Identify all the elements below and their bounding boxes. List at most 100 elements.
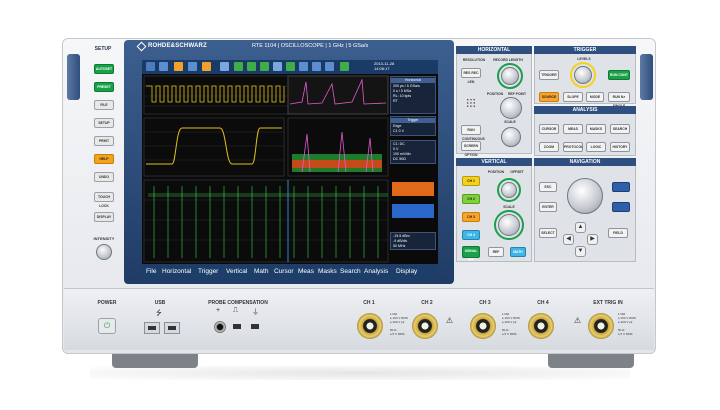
horizontal-info-box[interactable]: Horizontal 200 ps / 5 GSa/s 0 s / 5 MSa … <box>390 76 436 114</box>
autoset-icon[interactable] <box>174 62 183 71</box>
menu-meas[interactable]: Meas <box>298 268 314 275</box>
esc-button[interactable]: ESC <box>539 182 557 192</box>
touch-screen[interactable]: 2013-11-28 14:06:17 Horizontal 200 ps / … <box>142 60 438 280</box>
probe-comp-jack[interactable] <box>214 321 226 333</box>
setup-title: SETUP <box>94 46 112 52</box>
zoom-area-icon[interactable] <box>247 62 256 71</box>
horizontal-position-knob[interactable] <box>500 97 522 119</box>
autoset-button[interactable]: AUTOSET <box>94 64 114 74</box>
mask-icon[interactable] <box>299 62 308 71</box>
menu-display[interactable]: Display <box>396 268 417 275</box>
signal-off-button[interactable]: SIGNAL OFF <box>462 246 480 262</box>
file-button[interactable]: FILE <box>94 100 114 110</box>
right-foot <box>548 352 634 368</box>
ch1-button[interactable]: CH 1 <box>462 176 480 186</box>
field-button[interactable]: FIELD <box>608 228 628 238</box>
trigger-info-box[interactable]: Trigger Edge C1 0 V <box>390 116 436 136</box>
masks-button[interactable]: MASKS <box>586 124 606 134</box>
history-button[interactable]: HISTORY <box>610 142 630 152</box>
menu-cursor[interactable]: Cursor <box>274 268 294 275</box>
menu-vertical[interactable]: Vertical <box>226 268 247 275</box>
slope-button[interactable]: SLOPE <box>563 92 583 102</box>
help-button[interactable]: HELP <box>94 154 114 164</box>
usb-port-1[interactable] <box>144 322 160 334</box>
run-continuous-button[interactable]: RUN CONTINUOUS <box>461 125 485 141</box>
intensity-label: INTENSITY <box>93 236 115 241</box>
ref-button[interactable]: REF <box>488 247 504 257</box>
display-button[interactable]: DISPLAY <box>94 212 114 222</box>
nav-blue-top-button[interactable] <box>612 182 630 192</box>
measure-icon[interactable] <box>273 62 282 71</box>
ch2-bnc-connector[interactable] <box>412 313 438 339</box>
arrow-right-icon[interactable]: ▶ <box>587 234 598 245</box>
ch3-bnc-connector[interactable] <box>470 313 496 339</box>
menu-analysis[interactable]: Analysis <box>364 268 388 275</box>
protocol-icon[interactable] <box>325 62 334 71</box>
pointer-icon[interactable] <box>220 62 229 71</box>
probe-comp-pin-2[interactable] <box>251 324 259 329</box>
trigger-button[interactable]: TRIGGER <box>539 70 559 80</box>
menu-search[interactable]: Search <box>340 268 361 275</box>
delete-icon[interactable] <box>340 62 349 71</box>
search-icon[interactable] <box>188 62 197 71</box>
select-button[interactable]: SELECT <box>539 228 557 238</box>
mode-button[interactable]: MODE <box>586 92 604 102</box>
brand-name: ROHDE&SCHWARZ <box>148 43 207 49</box>
menu-horizontal[interactable]: Horizontal <box>162 268 191 275</box>
arrow-up-icon[interactable]: ▲ <box>575 222 586 233</box>
menu-masks[interactable]: Masks <box>318 268 337 275</box>
cursor-button[interactable]: CURSOR <box>539 124 559 134</box>
histogram-icon[interactable] <box>286 62 295 71</box>
ch4-bnc-connector[interactable] <box>528 313 554 339</box>
preset-button[interactable]: PRESET <box>94 82 114 92</box>
probe-comp-pin-1[interactable] <box>233 324 241 329</box>
spectrum-info-box[interactable]: -19.5 dBm -9 dB/div 50 MHz <box>390 232 436 250</box>
res-rec-len-button[interactable]: RES REC LEN <box>461 68 481 84</box>
run-single-button[interactable]: RUN N× SINGLE <box>608 92 630 108</box>
vertical-position-knob[interactable] <box>501 182 517 198</box>
trigger-level-knob[interactable] <box>574 66 592 84</box>
navigation-knob[interactable] <box>567 178 603 214</box>
horizontal-scale-knob[interactable] <box>501 127 521 147</box>
ext-trig-bnc-connector[interactable] <box>588 313 614 339</box>
setup-button[interactable]: SETUP <box>94 118 114 128</box>
home-icon[interactable] <box>146 62 155 71</box>
intensity-knob[interactable] <box>96 244 112 260</box>
undo-button[interactable]: UNDO <box>94 172 114 182</box>
logic-button[interactable]: LOGIC <box>586 142 606 152</box>
channel-info-box[interactable]: C1: DC 0 V 100 mV/div DC 50Ω <box>390 140 436 164</box>
trigger-title: TRIGGER <box>534 46 636 54</box>
ch1-bnc-connector[interactable] <box>357 313 383 339</box>
fft-icon[interactable] <box>312 62 321 71</box>
zoom-button[interactable]: ZOOM <box>539 142 559 152</box>
ext-trig-label: EXT TRIG IN <box>593 300 623 306</box>
ch3-button[interactable]: CH 3 <box>462 212 480 222</box>
source-button[interactable]: SOURCE <box>539 92 559 102</box>
undo-icon[interactable] <box>159 62 168 71</box>
meas-button[interactable]: MEAS <box>563 124 583 134</box>
power-button[interactable]: ⏻ <box>98 318 116 334</box>
screen-option-button[interactable]: SCREEN OPTION <box>461 141 481 157</box>
enter-button[interactable]: ENTER <box>539 202 557 212</box>
probe-comp-label: PROBE COMPENSATION <box>208 300 268 306</box>
print-button[interactable]: PRINT <box>94 136 114 146</box>
arrow-left-icon[interactable]: ◀ <box>563 234 574 245</box>
search-button[interactable]: SEARCH <box>610 124 630 134</box>
ch2-button[interactable]: CH 2 <box>462 194 480 204</box>
menu-trigger[interactable]: Trigger <box>198 268 218 275</box>
help-icon[interactable] <box>202 62 211 71</box>
arrow-down-icon[interactable]: ▼ <box>575 246 586 257</box>
run-cont-button[interactable]: RUN CONT <box>608 70 630 80</box>
vertical-scale-knob[interactable] <box>498 214 520 236</box>
menu-file[interactable]: File <box>146 268 156 275</box>
nav-blue-bottom-button[interactable] <box>612 202 630 212</box>
record-length-knob[interactable] <box>501 67 519 85</box>
ch4-button[interactable]: CH 4 <box>462 230 480 240</box>
zoom-icon[interactable] <box>234 62 243 71</box>
protocol-button[interactable]: PROTOCOL <box>563 142 583 152</box>
usb-port-2[interactable] <box>164 322 180 334</box>
math-button[interactable]: MATH <box>510 247 526 257</box>
menu-math[interactable]: Math <box>254 268 268 275</box>
cursor-icon[interactable] <box>260 62 269 71</box>
touch-lock-button[interactable]: TOUCH LOCK <box>94 192 114 208</box>
